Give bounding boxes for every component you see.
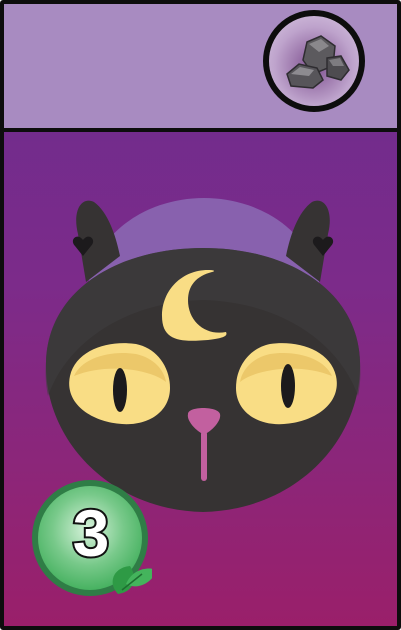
- cost-value: 3: [71, 494, 112, 572]
- right-pupil: [281, 364, 295, 408]
- black-cat-moon-icon: [45, 198, 361, 512]
- left-pupil: [113, 368, 127, 412]
- game-card[interactable]: 3: [0, 0, 401, 630]
- card-header: [4, 4, 397, 132]
- rock-icon: [286, 35, 350, 89]
- resource-badge: [263, 10, 365, 112]
